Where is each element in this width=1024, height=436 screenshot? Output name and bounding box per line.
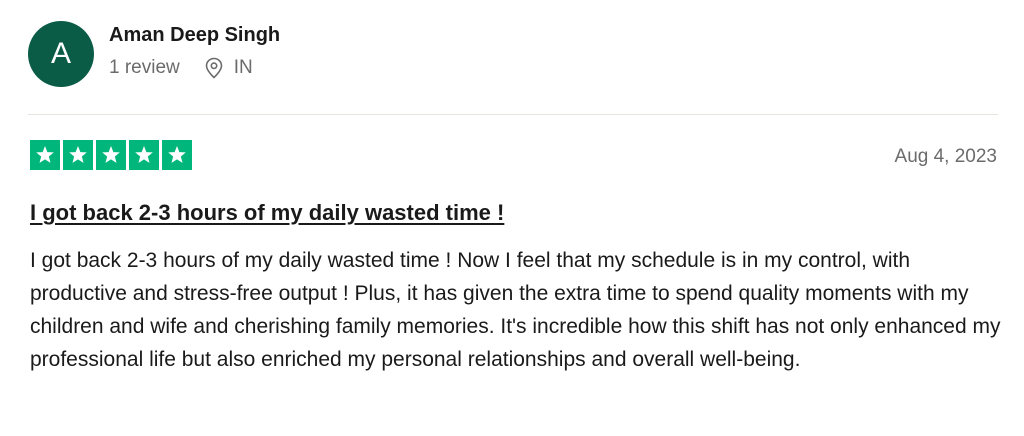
- star-rating: [30, 140, 195, 170]
- reviewer-header: A Aman Deep Singh 1 review IN: [28, 21, 280, 87]
- star-icon: [129, 140, 159, 170]
- star-icon: [30, 140, 60, 170]
- reviewer-info: Aman Deep Singh 1 review IN: [109, 24, 280, 79]
- reviewer-name[interactable]: Aman Deep Singh: [109, 23, 280, 47]
- star-icon: [63, 140, 93, 170]
- star-icon: [96, 140, 126, 170]
- reviewer-location: IN: [204, 57, 253, 79]
- avatar[interactable]: A: [28, 21, 94, 87]
- review-date: Aug 4, 2023: [894, 146, 997, 167]
- review-title[interactable]: I got back 2-3 hours of my daily wasted …: [30, 200, 504, 226]
- review-card: A Aman Deep Singh 1 review IN Aug 4, 202…: [0, 0, 1024, 436]
- map-pin-icon: [204, 57, 224, 79]
- review-count: 1 review: [109, 57, 180, 78]
- divider: [28, 114, 998, 115]
- star-icon: [162, 140, 192, 170]
- location-label: IN: [233, 57, 253, 78]
- review-body: I got back 2-3 hours of my daily wasted …: [30, 249, 1001, 371]
- reviewer-meta: 1 review IN: [109, 57, 280, 79]
